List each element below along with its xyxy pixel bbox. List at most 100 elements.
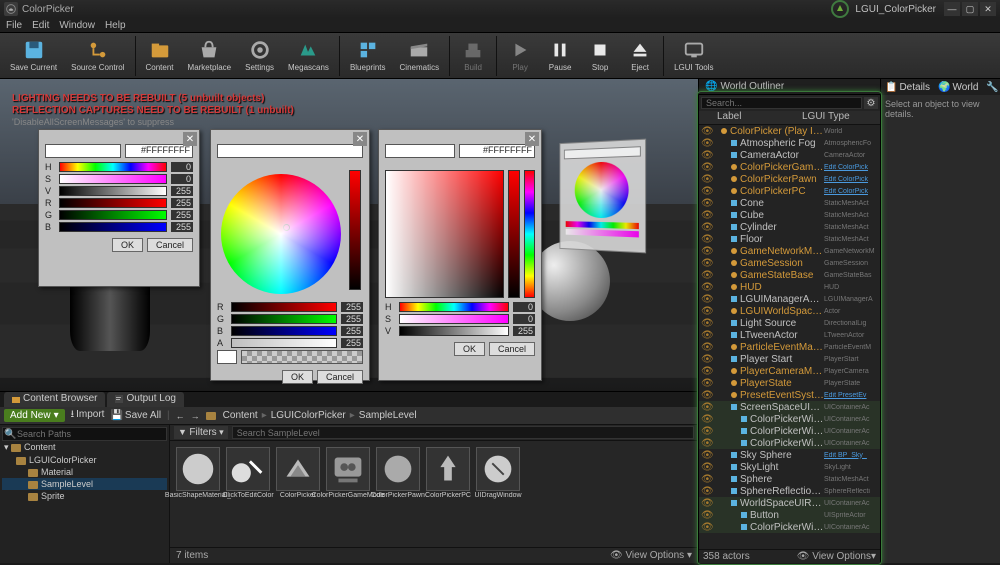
slider-s[interactable]: S0 — [45, 174, 193, 184]
asset-item[interactable]: ColorPickerPC — [426, 447, 470, 500]
breadcrumb[interactable]: Content▸ LGUIColorPicker▸ SampleLevel — [206, 410, 417, 421]
visibility-icon[interactable]: 👁 — [701, 450, 711, 461]
outliner-row[interactable]: 👁PlayerStatePlayerState — [699, 377, 880, 389]
visibility-icon[interactable]: 👁 — [701, 246, 711, 257]
slider-h[interactable]: H0 — [385, 302, 535, 312]
import-button[interactable]: ⭳Import — [71, 407, 105, 424]
outliner-row[interactable]: 👁Sky SphereEdit BP_Sky_ — [699, 449, 880, 461]
outliner-row[interactable]: 👁ColorPicker (Play In Editor)World — [699, 125, 880, 137]
tree-item[interactable]: Material — [2, 466, 167, 478]
visibility-icon[interactable]: 👁 — [701, 522, 711, 533]
slider-v[interactable]: V255 — [45, 186, 193, 196]
source-tree[interactable]: 🔍 ▾ ContentLGUIColorPickerMaterialSample… — [0, 425, 170, 563]
tree-item[interactable]: SampleLevel — [2, 478, 167, 490]
asset-grid[interactable]: BasicShapeMaterial_ClickToEditColorColor… — [170, 441, 698, 547]
visibility-icon[interactable]: 👁 — [701, 426, 711, 437]
tree-search[interactable] — [2, 427, 167, 441]
tab-modes[interactable]: 🔧 Modes — [986, 82, 1000, 93]
visibility-icon[interactable]: 👁 — [701, 474, 711, 485]
tab-world[interactable]: 🌍 World — [938, 82, 978, 93]
visibility-icon[interactable]: 👁 — [701, 222, 711, 233]
visibility-icon[interactable]: 👁 — [701, 234, 711, 245]
visibility-icon[interactable]: 👁 — [701, 294, 711, 305]
visibility-icon[interactable]: 👁 — [701, 330, 711, 341]
menu-window[interactable]: Window — [59, 20, 95, 31]
asset-item[interactable]: UIDragWindow — [476, 447, 520, 500]
eject-button[interactable]: Eject — [621, 37, 659, 74]
outliner-row[interactable]: 👁WorldSpaceUIRootUIContainerAc — [699, 497, 880, 509]
visibility-icon[interactable]: 👁 — [701, 486, 711, 497]
megascans-button[interactable]: Megascans — [282, 37, 335, 74]
visibility-icon[interactable]: 👁 — [701, 270, 711, 281]
visibility-icon[interactable]: 👁 — [701, 462, 711, 473]
play-button[interactable]: Play — [501, 37, 539, 74]
asset-item[interactable]: BasicShapeMaterial_ — [176, 447, 220, 500]
menu-edit[interactable]: Edit — [32, 20, 49, 31]
slider-g[interactable]: G255 — [45, 210, 193, 220]
close-icon[interactable]: ✕ — [183, 132, 197, 146]
slider-h[interactable]: H0 — [45, 162, 193, 172]
outliner-row[interactable]: 👁PlayerCameraManagerPlayerCamera — [699, 365, 880, 377]
outliner-row[interactable]: 👁PresetEventSystemActorEdit PresetEv — [699, 389, 880, 401]
hue-bar[interactable] — [524, 170, 535, 298]
outliner-row[interactable]: 👁ConeStaticMeshAct — [699, 197, 880, 209]
search-options[interactable]: ⚙ — [864, 97, 878, 109]
ok-button[interactable]: OK — [454, 342, 485, 356]
outliner-row[interactable]: 👁CubeStaticMeshAct — [699, 209, 880, 221]
hex-input[interactable]: #FFFFFFFF — [459, 144, 535, 158]
outliner-row[interactable]: 👁Player StartPlayerStart — [699, 353, 880, 365]
cinematics-button[interactable]: Cinematics — [394, 37, 446, 74]
outliner-row[interactable]: 👁FloorStaticMeshAct — [699, 233, 880, 245]
outliner-row[interactable]: 👁GameStateBaseGameStateBas — [699, 269, 880, 281]
slider-a[interactable]: A255 — [217, 338, 363, 348]
visibility-icon[interactable]: 👁 — [701, 258, 711, 269]
visibility-icon[interactable]: 👁 — [701, 510, 711, 521]
outliner-search[interactable] — [701, 97, 862, 109]
outliner-row[interactable]: 👁ColorPickerWindowUIContainerAc — [699, 521, 880, 533]
slider-v[interactable]: V255 — [385, 326, 535, 336]
filters-button[interactable]: ▼ Filters ▾ — [174, 426, 228, 439]
cancel-button[interactable]: Cancel — [147, 238, 193, 252]
visibility-icon[interactable]: 👁 — [701, 354, 711, 365]
outliner-row[interactable]: 👁LGUIManagerActorLGUIManagerA — [699, 293, 880, 305]
colorpicker-hsvrgb-panel[interactable]: ✕ #FFFFFFFF H0 S0 V255 R255 G255 B255 OK Canc… — [38, 129, 200, 287]
ok-button[interactable]: OK — [282, 370, 313, 384]
tree-item[interactable]: ▾ Content — [2, 441, 167, 454]
slider-b[interactable]: B255 — [45, 222, 193, 232]
visibility-icon[interactable]: 👁 — [701, 342, 711, 353]
visibility-icon[interactable]: 👁 — [701, 414, 711, 425]
ok-button[interactable]: OK — [112, 238, 143, 252]
asset-item[interactable]: ColorPickerPawn — [376, 447, 420, 500]
asset-item[interactable]: ColorPickerGameMode — [326, 447, 370, 500]
visibility-icon[interactable]: 👁 — [701, 174, 711, 185]
outliner-row[interactable]: 👁HUDHUD — [699, 281, 880, 293]
save-all-button[interactable]: 💾Save All — [110, 410, 161, 421]
visibility-icon[interactable]: 👁 — [701, 138, 711, 149]
history-fwd[interactable]: → — [191, 411, 200, 421]
save-button[interactable]: Save Current — [4, 37, 63, 74]
outliner-row[interactable]: 👁Light SourceDirectionalLig — [699, 317, 880, 329]
outliner-view-options[interactable]: 👁 View Options▾ — [797, 551, 876, 562]
slider-s[interactable]: S0 — [385, 314, 535, 324]
hex-input[interactable]: #FFFFFFFF — [125, 144, 193, 158]
outliner-row[interactable]: 👁ColorPickerPawnEdit ColorPick — [699, 173, 880, 185]
history-back[interactable]: ← — [176, 411, 185, 421]
notify-badge[interactable] — [831, 0, 849, 18]
outliner-row[interactable]: 👁GameNetworkManagerGameNetworkM — [699, 245, 880, 257]
outliner-row[interactable]: 👁LTweenActorLTweenActor — [699, 329, 880, 341]
asset-search[interactable] — [232, 426, 694, 439]
hue-wheel[interactable] — [221, 174, 341, 294]
stop-button[interactable]: Stop — [581, 37, 619, 74]
cancel-button[interactable]: Cancel — [489, 342, 535, 356]
viewport[interactable]: LIGHTING NEEDS TO BE REBUILT (5 unbuilt … — [0, 79, 698, 391]
view-options[interactable]: 👁 View Options ▾ — [610, 550, 692, 561]
source-control-button[interactable]: Source Control — [65, 37, 130, 74]
slider-r[interactable]: R255 — [45, 198, 193, 208]
colorpicker-wheel-panel[interactable]: ✕ R255G255B255A255 OK Cancel — [210, 129, 370, 381]
outliner-row[interactable]: 👁ColorPickerWindowUIContainerAc — [699, 437, 880, 449]
minimize-button[interactable]: — — [944, 2, 960, 16]
colorpicker-square-panel[interactable]: ✕ #FFFFFFFF H0S0V255 OK Cancel — [378, 129, 542, 381]
visibility-icon[interactable]: 👁 — [701, 378, 711, 389]
tab-output-log[interactable]: Output Log — [107, 392, 183, 407]
visibility-icon[interactable]: 👁 — [701, 162, 711, 173]
